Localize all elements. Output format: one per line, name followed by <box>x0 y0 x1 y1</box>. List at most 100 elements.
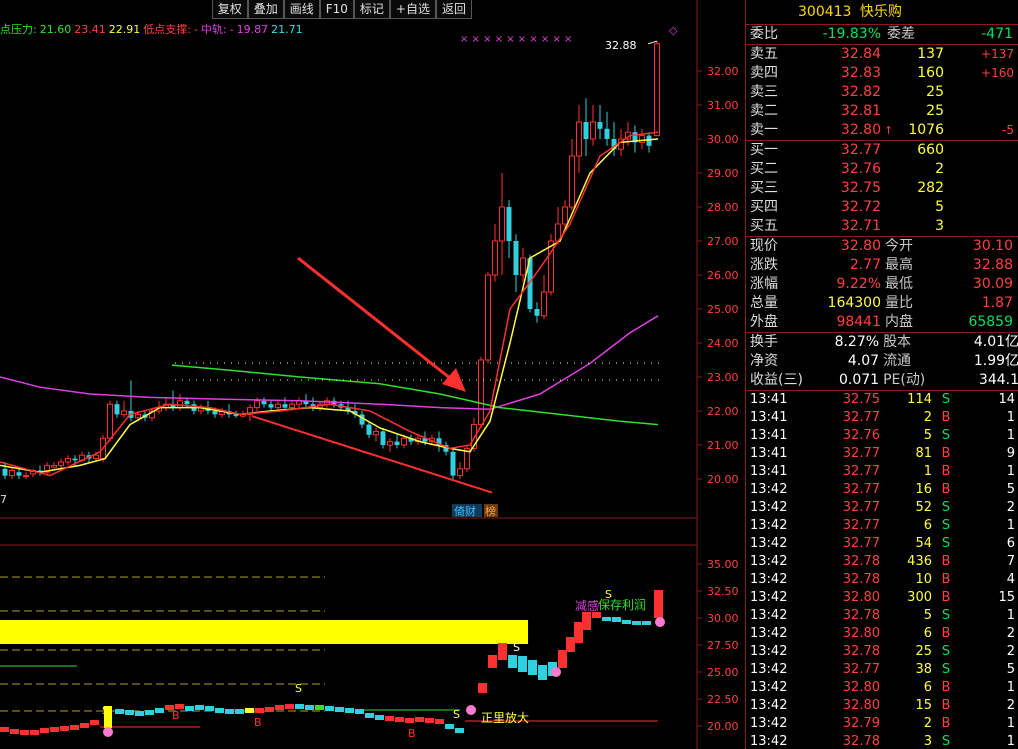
quote-row: 现价 32.80 今开 30.10 <box>746 237 1018 256</box>
tick-count: 1 <box>1006 734 1015 749</box>
tick-row[interactable]: 13:41 32.77 1 B 1 <box>746 463 1018 481</box>
price-axis: 32.00 31.00 30.00 29.00 28.00 27.00 26.00 25.00… <box>697 65 739 486</box>
tick-row[interactable]: 13:42 32.78 25 S 2 <box>746 643 1018 661</box>
s-mark-3: S <box>295 682 302 695</box>
weibi-value: -19.83% <box>822 26 881 42</box>
overlay-button[interactable]: 叠加 <box>247 0 284 19</box>
s-mark-1: S <box>605 588 612 601</box>
tick-row[interactable]: 13:42 32.80 300 B 15 <box>746 589 1018 607</box>
tick-row[interactable]: 13:42 32.80 15 B 2 <box>746 697 1018 715</box>
tick-row[interactable]: 13:41 32.75 114 S 14 <box>746 391 1018 409</box>
sub-axis-label: 25.00 <box>707 666 739 679</box>
ma-magenta-line <box>0 315 659 411</box>
fuquan-button[interactable]: 复权 <box>211 0 248 19</box>
tick-side: B <box>941 482 951 497</box>
tick-count: 5 <box>1006 662 1015 677</box>
sub-bar <box>375 715 384 720</box>
add-watchlist-button[interactable]: +自选 <box>389 0 436 19</box>
sell-row: 卖一 32.80 ↑ 1076 -5 <box>746 121 1018 140</box>
candle-body <box>16 472 22 476</box>
tick-count: 1 <box>1006 716 1015 731</box>
back-button[interactable]: 返回 <box>435 0 472 19</box>
tick-row[interactable]: 13:42 32.78 436 B 7 <box>746 553 1018 571</box>
sub-bar <box>275 705 284 710</box>
tick-volume: 10 <box>915 572 932 587</box>
tick-volume: 300 <box>907 590 932 605</box>
tick-price: 32.80 <box>842 626 880 641</box>
candle-body <box>654 43 660 137</box>
tick-volume: 6 <box>923 518 932 533</box>
candle-body <box>590 121 596 140</box>
quote-value: 32.80 <box>840 238 881 254</box>
sub-bar <box>145 710 154 715</box>
sub-bar <box>654 590 663 618</box>
tick-row[interactable]: 13:42 32.78 5 S 1 <box>746 607 1018 625</box>
candles <box>2 41 660 479</box>
tick-time: 13:42 <box>750 626 788 641</box>
draw-line-button[interactable]: 画线 <box>283 0 320 19</box>
sell-price: 32.81 <box>840 103 881 119</box>
tick-row[interactable]: 13:41 32.77 81 B 9 <box>746 445 1018 463</box>
legend-mid-val: - <box>229 23 234 36</box>
tick-row[interactable]: 13:42 32.80 6 B 1 <box>746 679 1018 697</box>
tick-count: 1 <box>1006 410 1015 425</box>
fund-label: 收益(三) <box>750 372 803 388</box>
stock-title: 300413 快乐购 <box>746 0 1018 25</box>
tick-list[interactable]: 13:41 32.75 114 S 14 13:41 32.77 2 B 1 13:… <box>746 391 1018 749</box>
tick-row[interactable]: 13:42 32.77 54 S 6 <box>746 535 1018 553</box>
buy-volume: 5 <box>935 199 944 215</box>
chart-toolbar: 复权 叠加 画线 F10 标记 +自选 返回 <box>211 0 472 19</box>
price-axis-label: 29.00 <box>707 167 739 180</box>
kline-chart[interactable]: 32.00 31.00 30.00 29.00 28.00 27.00 26.00 25.00… <box>0 0 745 749</box>
quote-label: 最高 <box>885 257 913 273</box>
tick-row[interactable]: 13:42 32.77 38 S 5 <box>746 661 1018 679</box>
candle-body <box>23 475 29 478</box>
sub-bar <box>365 713 374 718</box>
tick-row[interactable]: 13:42 32.77 6 S 1 <box>746 517 1018 535</box>
f10-button[interactable]: F10 <box>319 0 354 19</box>
candle-body <box>569 155 575 208</box>
tick-side: B <box>941 698 951 713</box>
quote-value: 98441 <box>836 314 881 330</box>
candle-body <box>9 470 15 477</box>
sub-bar <box>245 708 254 713</box>
sub-bar <box>395 717 404 722</box>
tick-row[interactable]: 13:42 32.78 3 S 1 <box>746 733 1018 749</box>
candle-body <box>93 454 99 460</box>
tick-row[interactable]: 13:42 32.77 16 B 5 <box>746 481 1018 499</box>
sub-bar <box>205 706 214 711</box>
sub-bar <box>40 728 49 733</box>
tick-side: B <box>941 446 951 461</box>
sub-bar <box>622 620 631 624</box>
tick-row[interactable]: 13:42 32.80 6 B 2 <box>746 625 1018 643</box>
tick-price: 32.76 <box>842 428 880 443</box>
ma-red-line <box>0 131 659 477</box>
weicha-value: -471 <box>981 26 1013 42</box>
tick-volume: 16 <box>915 482 932 497</box>
mark-button[interactable]: 标记 <box>353 0 390 19</box>
s-mark-5: S <box>102 704 109 717</box>
sub-bar <box>90 720 99 725</box>
sub-bar <box>405 718 414 723</box>
sub-bar <box>355 709 364 714</box>
tick-row[interactable]: 13:41 32.77 2 B 1 <box>746 409 1018 427</box>
tick-time: 13:42 <box>750 554 788 569</box>
tick-row[interactable]: 13:41 32.76 5 S 1 <box>746 427 1018 445</box>
quote-value: 1.87 <box>981 295 1013 311</box>
tick-row[interactable]: 13:42 32.77 52 S 2 <box>746 499 1018 517</box>
buy-row: 买四 32.72 5 <box>746 198 1018 217</box>
quote-value: 164300 <box>827 295 881 311</box>
candle-body <box>499 206 505 242</box>
buy-price: 32.77 <box>840 142 881 158</box>
tick-row[interactable]: 13:42 32.78 10 B 4 <box>746 571 1018 589</box>
candle-body <box>520 257 526 276</box>
tick-count: 9 <box>1006 446 1015 461</box>
b-mark-1: B <box>172 709 180 722</box>
legend-v5: 21.71 <box>271 23 303 36</box>
quote-value: 32.88 <box>972 257 1013 273</box>
heart-icon <box>551 667 561 677</box>
tick-count: 1 <box>1006 428 1015 443</box>
tick-row[interactable]: 13:42 32.79 2 B 1 <box>746 715 1018 733</box>
kline-canvas[interactable]: 32.00 31.00 30.00 29.00 28.00 27.00 26.00 25.00… <box>0 0 745 749</box>
tick-time: 13:42 <box>750 734 788 749</box>
